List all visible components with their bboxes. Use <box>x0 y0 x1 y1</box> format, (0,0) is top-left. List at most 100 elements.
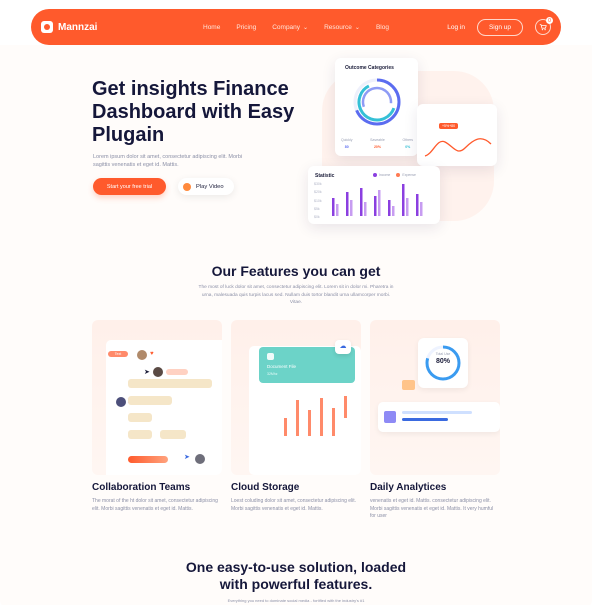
list-line <box>402 411 472 414</box>
solution-title-line2: with powerful features. <box>219 576 373 592</box>
message-bubble <box>128 379 212 388</box>
signup-button[interactable]: Sign up <box>476 18 523 36</box>
analytics-gauge-card: Total Use 80% <box>418 338 468 388</box>
brand-name: Mannzai <box>58 21 98 33</box>
analytics-list-card <box>378 402 500 432</box>
legend-item: Quickly 80 <box>341 138 352 149</box>
nav-item-pricing[interactable]: Pricing <box>236 24 256 31</box>
legend-value: 20% <box>373 145 381 149</box>
feature-name: Collaboration Teams <box>92 482 191 493</box>
legend-item: Expense <box>396 173 416 178</box>
folder-icon <box>402 380 415 390</box>
cart-icon <box>539 24 547 31</box>
bar <box>374 196 377 216</box>
feature-card-cloud-storage: Document File 32Mhz ☁ <box>231 320 361 475</box>
solution-title-line1: One easy-to-use solution, loaded <box>185 559 407 575</box>
outcome-categories-card: Outcome Categories Quickly 80 Saveable 20%… <box>335 58 418 156</box>
cursor-icon: ➤ <box>184 454 190 461</box>
bar <box>284 418 287 436</box>
statistic-bar-chart <box>332 184 423 216</box>
nav-item-home[interactable]: Home <box>203 24 220 31</box>
nav-menu: Home Pricing Company ⌄ Resource ⌄ Blog <box>203 9 389 45</box>
features-subtitle: The most of luck dolor sit amet, consect… <box>198 285 394 305</box>
chevron-down-icon: ⌄ <box>303 24 309 31</box>
nav-item-resource[interactable]: Resource ⌄ <box>324 24 360 31</box>
bar <box>296 400 299 436</box>
chevron-down-icon: ⌄ <box>354 24 360 31</box>
avatar <box>137 350 147 360</box>
trend-line-chart <box>424 138 492 157</box>
statistic-y-axis: $30k $20k $10k $5k $0k <box>314 182 322 219</box>
legend-value: 80 <box>344 145 349 149</box>
solution-subtitle: Everything you need to dominate social m… <box>227 598 365 603</box>
brand-logo[interactable]: Mannzai <box>41 21 97 33</box>
cursor-icon: ➤ <box>144 369 150 376</box>
feature-name: Daily Analytices <box>370 482 447 493</box>
collab-panel <box>106 340 222 475</box>
bar <box>320 398 323 436</box>
top-navbar: Mannzai Home Pricing Company ⌄ Resource ⌄ … <box>31 9 561 45</box>
legend-item: Income <box>372 173 391 178</box>
document-name: Document File <box>267 364 297 369</box>
nav-item-company[interactable]: Company ⌄ <box>272 24 308 31</box>
list-icon <box>384 411 396 423</box>
cloud-icon: ☁ <box>335 340 351 354</box>
legend-label: Others <box>402 138 413 142</box>
feature-desc: The morat of the ht dolor sit amet, cons… <box>92 498 218 512</box>
bar <box>406 198 409 216</box>
avatar <box>153 367 163 377</box>
feature-card-analytics: Total Use 80% <box>370 320 500 475</box>
y-tick: $5k <box>314 206 320 211</box>
nav-item-label: Home <box>203 23 221 31</box>
list-line <box>402 418 448 421</box>
cart-button[interactable]: 0 <box>535 17 553 35</box>
bar <box>332 198 335 216</box>
solution-title: One easy-to-use solution, loaded with po… <box>0 559 592 593</box>
cart-count-badge: 0 <box>546 17 553 24</box>
bar <box>420 202 423 216</box>
bar <box>350 200 353 216</box>
bar <box>378 190 381 216</box>
bar <box>308 410 311 436</box>
bar <box>346 192 349 216</box>
message-bubble <box>128 396 172 405</box>
avatar <box>116 397 126 407</box>
storage-bars <box>284 396 347 436</box>
bar <box>392 206 395 216</box>
logo-icon <box>41 21 53 33</box>
message-bubble <box>166 369 188 375</box>
trend-card: +5%+80 <box>417 104 497 166</box>
message-bubble <box>160 430 186 439</box>
outcome-donut-chart <box>353 78 401 126</box>
progress-bar <box>128 456 168 463</box>
hero-subtitle: Lorem ipsum dolor sit amet, consectetur … <box>93 154 243 168</box>
feature-name: Cloud Storage <box>231 482 300 493</box>
play-icon <box>183 182 191 191</box>
start-trial-button[interactable]: Start your free trial <box>93 178 166 195</box>
legend-label: Income <box>378 173 391 177</box>
bar <box>402 184 405 216</box>
y-tick: $0k <box>314 215 320 220</box>
y-tick: $10k <box>314 198 322 203</box>
nav-item-label: Blog <box>375 23 389 31</box>
y-tick: $30k <box>314 182 322 186</box>
legend-label: Saveable <box>370 138 385 142</box>
play-video-label: Play Video <box>196 183 224 190</box>
legend-item: Others 0% <box>402 138 413 149</box>
bar <box>388 200 391 216</box>
login-link[interactable]: Log in <box>447 24 465 31</box>
collab-badge: Text <box>108 351 128 357</box>
features-title: Our Features you can get <box>211 263 381 279</box>
nav-item-label: Pricing <box>236 23 257 31</box>
statistic-title: Statistic <box>315 173 335 179</box>
message-bubble <box>128 430 152 439</box>
landing-page: Mannzai Home Pricing Company ⌄ Resource ⌄ … <box>0 0 592 608</box>
nav-item-blog[interactable]: Blog <box>376 24 389 31</box>
bar <box>364 202 367 216</box>
document-size: 32Mhz <box>267 372 278 376</box>
bar <box>344 396 347 418</box>
outcome-legend: Quickly 80 Saveable 20% Others 0% <box>341 138 413 149</box>
play-video-button[interactable]: Play Video <box>178 178 234 195</box>
avatar <box>195 454 205 464</box>
nav-item-label: Resource <box>324 23 352 31</box>
